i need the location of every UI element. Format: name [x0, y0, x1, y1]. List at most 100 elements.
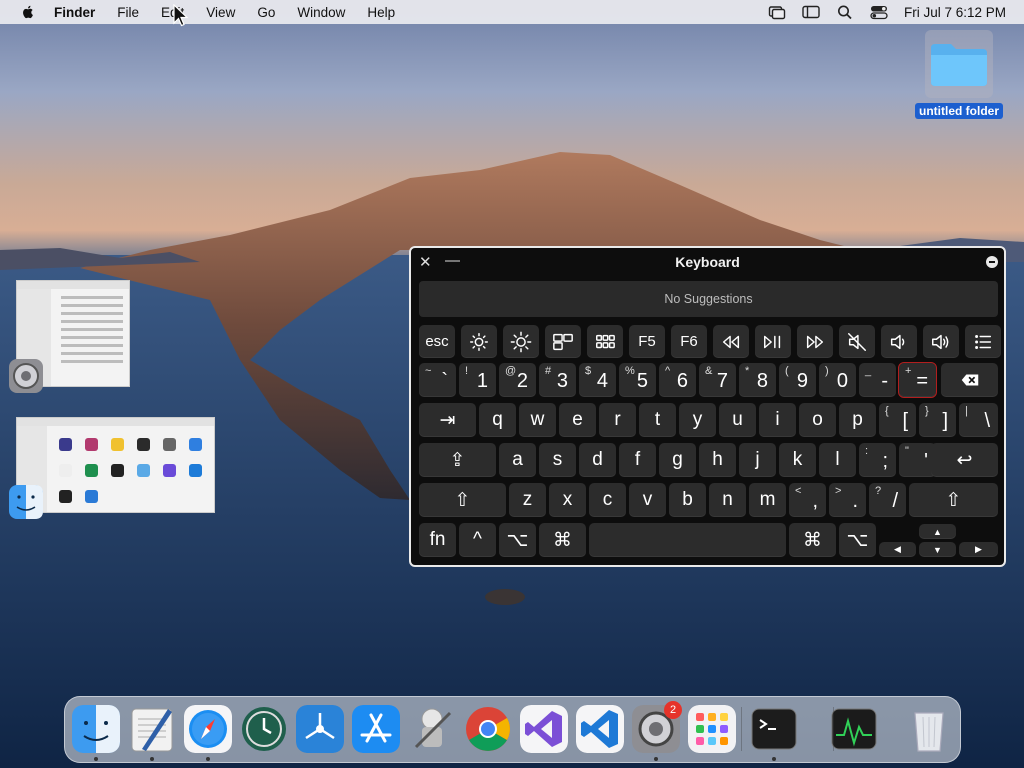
- key-y[interactable]: y: [679, 403, 716, 437]
- key-q[interactable]: q: [479, 403, 516, 437]
- menu-window[interactable]: Window: [297, 5, 345, 20]
- key-number-8[interactable]: * 8: [739, 363, 776, 397]
- key-s[interactable]: s: [539, 443, 576, 477]
- menu-app-name[interactable]: Finder: [54, 5, 95, 20]
- key-command[interactable]: ⌘: [539, 523, 586, 557]
- window-thumbnail-finder[interactable]: [16, 417, 215, 513]
- options-button[interactable]: [986, 256, 998, 268]
- key-v[interactable]: v: [629, 483, 666, 517]
- key-f[interactable]: f: [619, 443, 656, 477]
- key-symbol-2[interactable]: | \: [959, 403, 998, 437]
- key-number-7[interactable]: & 7: [699, 363, 736, 397]
- key-volume-down[interactable]: [881, 325, 917, 358]
- key-brightness-up[interactable]: [503, 325, 539, 358]
- key-number-3[interactable]: #3: [539, 363, 576, 397]
- key-option[interactable]: ⌥: [499, 523, 536, 557]
- chrome-icon[interactable]: [464, 705, 512, 753]
- key-right-command[interactable]: ⌘: [789, 523, 836, 557]
- terminal-icon[interactable]: [750, 705, 798, 753]
- key-p[interactable]: p: [839, 403, 876, 437]
- key-l[interactable]: l: [819, 443, 856, 477]
- key-number-4[interactable]: $4: [579, 363, 616, 397]
- key-caps-lock[interactable]: ⇪: [419, 443, 496, 477]
- apple-logo-icon[interactable]: [20, 4, 36, 20]
- plasticity-icon[interactable]: [296, 705, 344, 753]
- key-n[interactable]: n: [709, 483, 746, 517]
- key-tab[interactable]: ⇥: [419, 403, 476, 437]
- key-arrow-left[interactable]: ◀: [879, 542, 916, 557]
- key-number--[interactable]: _ -: [859, 363, 896, 397]
- key-rewind[interactable]: [713, 325, 749, 358]
- key-c[interactable]: c: [589, 483, 626, 517]
- key-m[interactable]: m: [749, 483, 786, 517]
- key-mute[interactable]: [839, 325, 875, 358]
- safari-icon[interactable]: [184, 705, 232, 753]
- key-list[interactable]: [965, 325, 1001, 358]
- activity-monitor-icon[interactable]: [830, 705, 878, 753]
- key-w[interactable]: w: [519, 403, 556, 437]
- key-launchpad[interactable]: [587, 325, 623, 358]
- key-b[interactable]: b: [669, 483, 706, 517]
- key-number-0[interactable]: ) 0: [819, 363, 856, 397]
- key-number-2[interactable]: @2: [499, 363, 536, 397]
- app-store-icon[interactable]: [352, 705, 400, 753]
- key-r[interactable]: r: [599, 403, 636, 437]
- finder-icon[interactable]: [72, 705, 120, 753]
- key-volume-up[interactable]: [923, 325, 959, 358]
- key-brightness-down[interactable]: [461, 325, 497, 358]
- visual-studio-icon[interactable]: [520, 705, 568, 753]
- vscode-icon[interactable]: [576, 705, 624, 753]
- key-f6[interactable]: F6: [671, 325, 707, 358]
- key-e[interactable]: e: [559, 403, 596, 437]
- key-escape[interactable]: esc: [419, 325, 455, 358]
- key-symbol-bottom-0[interactable]: <,: [789, 483, 826, 517]
- key-fast-forward[interactable]: [797, 325, 833, 358]
- key-arrow-up[interactable]: ▲: [919, 524, 956, 539]
- key-arrow-down[interactable]: ▼: [919, 542, 956, 557]
- key-number-=[interactable]: + =: [898, 362, 937, 398]
- key-d[interactable]: d: [579, 443, 616, 477]
- key-j[interactable]: j: [739, 443, 776, 477]
- key-mission-control[interactable]: [545, 325, 581, 358]
- key-play-pause[interactable]: [755, 325, 791, 358]
- key-symbol-0[interactable]: {[: [879, 403, 916, 437]
- menu-file[interactable]: File: [117, 5, 139, 20]
- key-space[interactable]: [589, 523, 786, 557]
- spotlight-search-icon[interactable]: [836, 4, 854, 20]
- launchpad-icon[interactable]: [688, 705, 736, 753]
- time-machine-icon[interactable]: [240, 705, 288, 753]
- menu-view[interactable]: View: [206, 5, 235, 20]
- key-h[interactable]: h: [699, 443, 736, 477]
- key-i[interactable]: i: [759, 403, 796, 437]
- key-fn[interactable]: fn: [419, 523, 456, 557]
- display-icon[interactable]: [802, 4, 820, 20]
- key-left-shift[interactable]: ⇧: [419, 483, 506, 517]
- key-return[interactable]: ↩: [931, 443, 998, 477]
- key-symbol-1[interactable]: }]: [919, 403, 956, 437]
- key-right-shift[interactable]: ⇧: [909, 483, 998, 517]
- key-z[interactable]: z: [509, 483, 546, 517]
- trash-icon[interactable]: [905, 705, 953, 753]
- key-right-option[interactable]: ⌥: [839, 523, 876, 557]
- key-delete[interactable]: [941, 363, 998, 397]
- key-grave[interactable]: ~ `: [419, 363, 456, 397]
- key-u[interactable]: u: [719, 403, 756, 437]
- key-k[interactable]: k: [779, 443, 816, 477]
- menu-go[interactable]: Go: [257, 5, 275, 20]
- textedit-icon[interactable]: [128, 705, 176, 753]
- key-number-6[interactable]: ^ 6: [659, 363, 696, 397]
- key-symbol-home-0[interactable]: :;: [859, 443, 896, 477]
- key-number-5[interactable]: % 5: [619, 363, 656, 397]
- key-g[interactable]: g: [659, 443, 696, 477]
- key-number-9[interactable]: (9: [779, 363, 816, 397]
- control-center-icon[interactable]: [870, 4, 888, 20]
- key-symbol-bottom-1[interactable]: >.: [829, 483, 866, 517]
- automator-icon[interactable]: [408, 705, 456, 753]
- key-control[interactable]: ^: [459, 523, 496, 557]
- key-symbol-bottom-2[interactable]: ? /: [869, 483, 906, 517]
- key-f5[interactable]: F5: [629, 325, 665, 358]
- menu-help[interactable]: Help: [367, 5, 395, 20]
- key-arrow-right[interactable]: ▶: [959, 542, 998, 557]
- menu-clock[interactable]: Fri Jul 7 6:12 PM: [904, 5, 1006, 20]
- key-a[interactable]: a: [499, 443, 536, 477]
